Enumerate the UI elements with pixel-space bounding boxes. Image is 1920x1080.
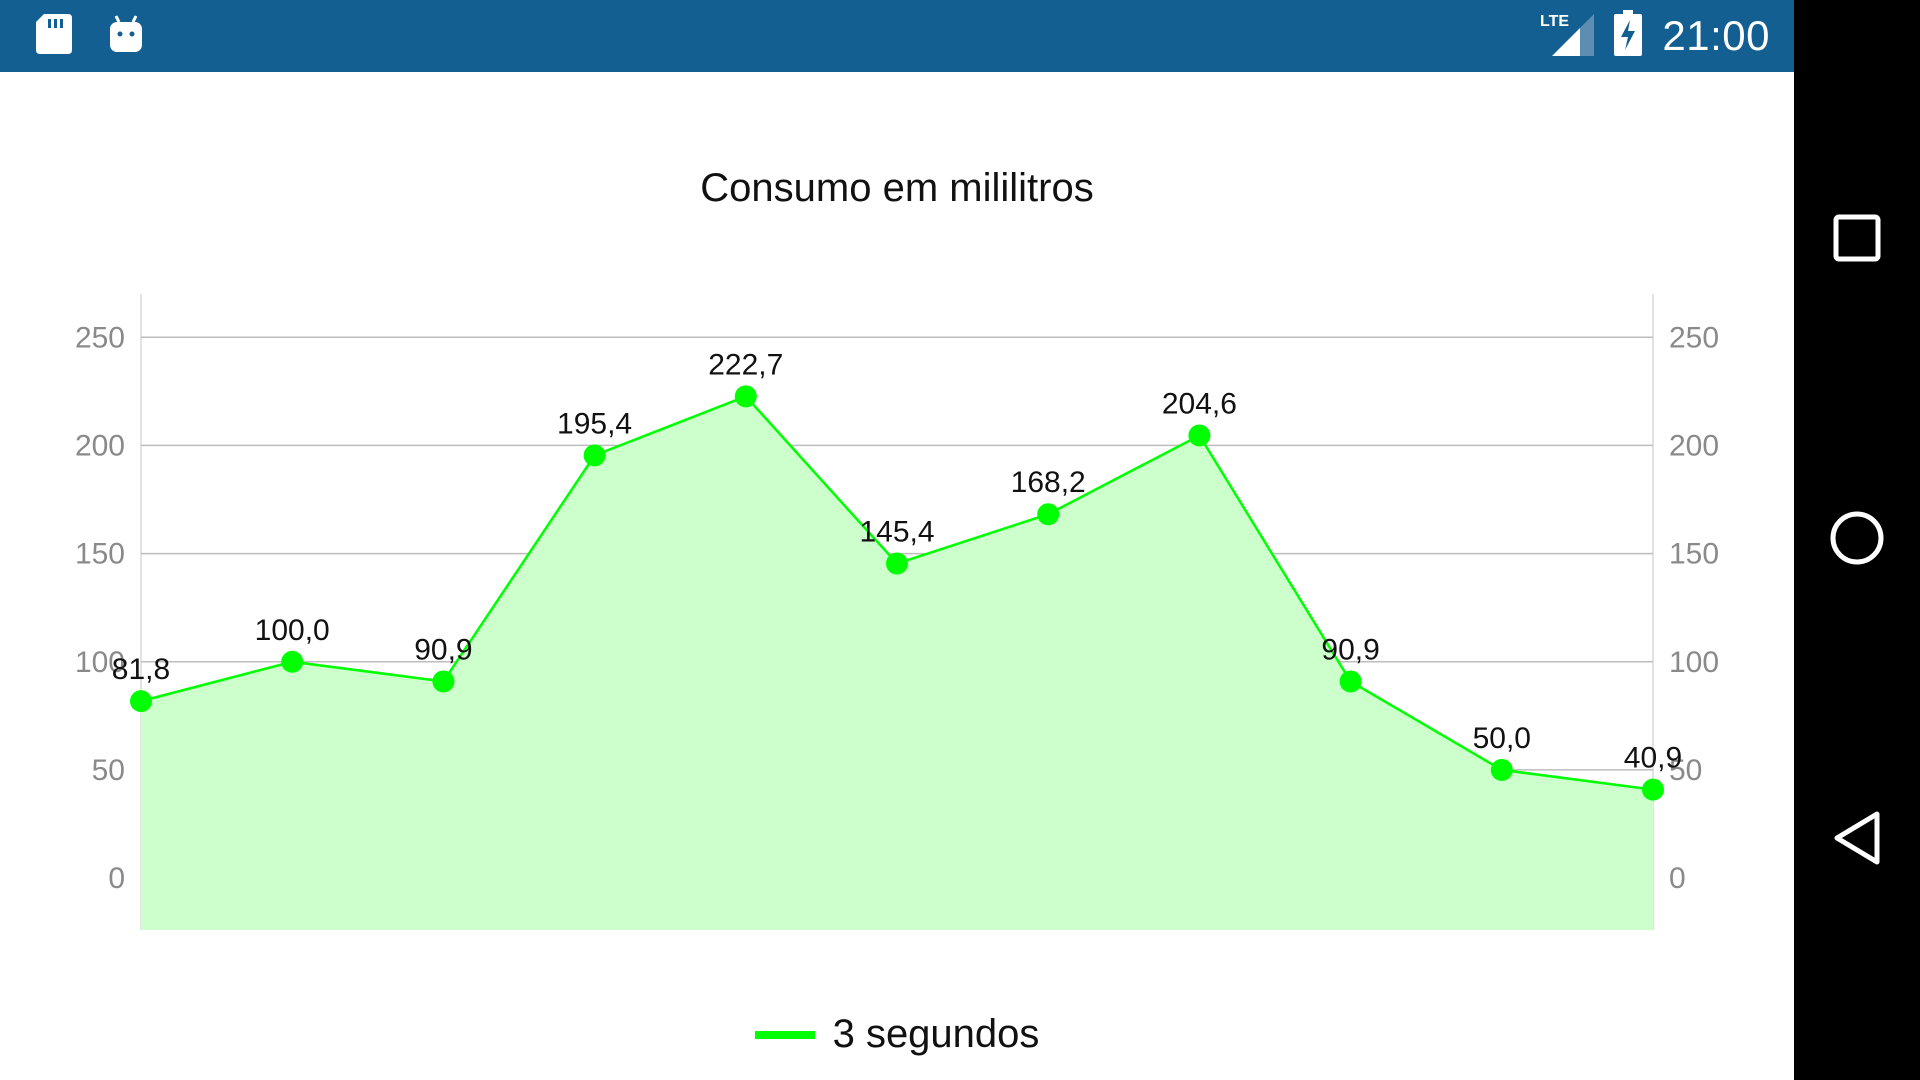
battery-charging-icon [1614, 10, 1643, 61]
data-point [1490, 758, 1513, 781]
data-label: 222,7 [708, 348, 783, 381]
data-label: 100,0 [255, 614, 330, 647]
recents-icon [1833, 214, 1881, 267]
data-point [734, 385, 757, 408]
y-tick-label-right: 250 [1669, 321, 1719, 354]
android-debug-icon [108, 14, 144, 59]
y-tick-label-right: 200 [1669, 429, 1719, 462]
data-label: 90,9 [414, 633, 472, 666]
y-tick-label-right: 150 [1669, 538, 1719, 571]
chart: Consumo em mililitros 0 0 50 50 100 100 150 150… [0, 72, 1794, 1080]
data-label: 195,4 [557, 407, 632, 440]
back-icon [1831, 810, 1883, 871]
data-point [1339, 670, 1362, 693]
data-point [130, 690, 152, 713]
recents-button[interactable] [1812, 195, 1902, 285]
legend-label: 3 segundos [832, 1012, 1040, 1056]
data-point [1188, 424, 1211, 447]
legend-swatch [754, 1030, 815, 1039]
y-tick-label-right: 100 [1669, 646, 1719, 679]
series-area [141, 396, 1653, 930]
data-point [583, 444, 606, 467]
data-label: 204,6 [1162, 387, 1237, 420]
y-tick-label-left: 0 [108, 862, 125, 895]
data-point [886, 552, 908, 575]
navigation-bar [1794, 0, 1920, 1080]
line-chart: 0 050 50100 100150 150200 200250 25081,8100,09… [75, 294, 1719, 930]
status-bar: LTE 21:00 [0, 0, 1794, 72]
legend: 3 segundos [0, 1012, 1794, 1057]
sd-card-icon [36, 14, 72, 59]
data-point [1037, 503, 1060, 526]
y-tick-label-right: 0 [1669, 862, 1686, 895]
home-icon [1829, 510, 1885, 571]
data-point [1642, 778, 1664, 801]
svg-text:LTE: LTE [1540, 13, 1569, 30]
lte-signal-icon: LTE [1540, 10, 1595, 61]
back-button[interactable] [1812, 795, 1902, 885]
data-label: 81,8 [112, 653, 170, 686]
clock: 21:00 [1662, 11, 1770, 59]
data-label: 90,9 [1321, 633, 1379, 666]
data-label: 50,0 [1473, 722, 1531, 755]
y-tick-label-left: 50 [92, 754, 125, 787]
y-tick-label-left: 200 [75, 429, 125, 462]
data-label: 40,9 [1624, 742, 1682, 775]
data-label: 145,4 [859, 516, 934, 549]
data-point [281, 650, 304, 673]
data-point [432, 670, 455, 693]
y-tick-label-left: 150 [75, 538, 125, 571]
home-button[interactable] [1812, 495, 1902, 585]
y-tick-label-left: 250 [75, 321, 125, 354]
data-label: 168,2 [1011, 466, 1086, 499]
